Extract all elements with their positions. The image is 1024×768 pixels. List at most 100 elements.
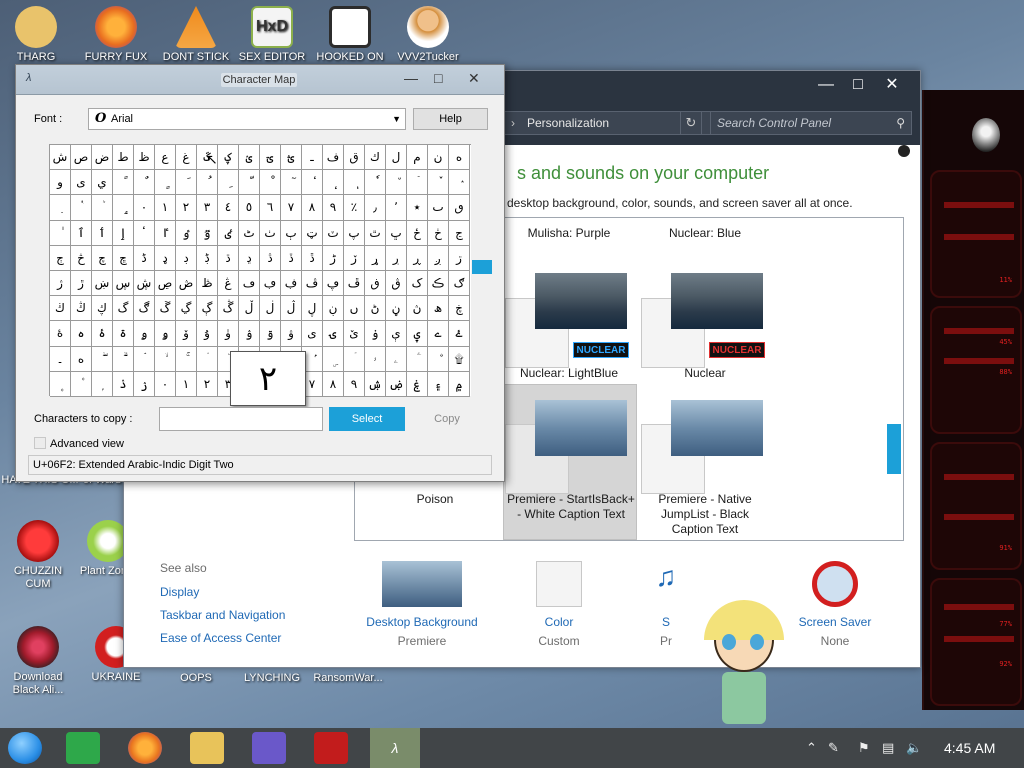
character-cell[interactable]: ط bbox=[113, 145, 134, 171]
character-cell[interactable]: ڞ bbox=[176, 271, 197, 297]
character-cell[interactable]: ؽ bbox=[239, 145, 260, 171]
character-cell[interactable]: ٵ bbox=[155, 220, 176, 246]
desktop-background-setting[interactable]: Desktop Background Premiere bbox=[357, 561, 487, 648]
character-cell[interactable]: ۱ bbox=[176, 371, 197, 397]
character-cell[interactable]: ڵ bbox=[239, 296, 260, 322]
character-cell[interactable]: ګ bbox=[449, 271, 470, 297]
character-cell[interactable]: ى bbox=[71, 170, 92, 196]
desktop-icon-oops[interactable]: OOPS bbox=[160, 672, 232, 685]
character-cell[interactable]: ۗ bbox=[113, 346, 134, 372]
character-cell[interactable]: ۛ bbox=[197, 346, 218, 372]
character-cell[interactable]: ۃ bbox=[113, 321, 134, 347]
character-cell[interactable]: ژ bbox=[50, 271, 71, 297]
character-cell[interactable]: ۙ bbox=[155, 346, 176, 372]
character-cell[interactable]: ۮ bbox=[113, 371, 134, 397]
character-cell[interactable]: ۤ bbox=[344, 346, 365, 372]
character-cell[interactable]: ٲ bbox=[92, 220, 113, 246]
theme-thumbnail[interactable] bbox=[535, 400, 627, 456]
character-cell[interactable]: ڐ bbox=[302, 245, 323, 271]
character-cell[interactable]: ۻ bbox=[386, 371, 407, 397]
character-cell[interactable]: ٔ bbox=[302, 170, 323, 196]
character-cell[interactable]: ۣ bbox=[323, 346, 344, 372]
character-cell[interactable]: ۏ bbox=[365, 321, 386, 347]
character-cell[interactable]: ؼ bbox=[218, 145, 239, 171]
character-cell[interactable]: ْ bbox=[260, 170, 281, 196]
character-cell[interactable]: ۼ bbox=[407, 371, 428, 397]
characters-to-copy-input[interactable] bbox=[159, 407, 323, 431]
character-cell[interactable]: ۀ bbox=[50, 321, 71, 347]
character-cell[interactable]: ۯ bbox=[134, 371, 155, 397]
character-cell[interactable]: ڃ bbox=[449, 220, 470, 246]
scrollbar-thumb[interactable] bbox=[887, 424, 901, 474]
character-cell[interactable]: ڥ bbox=[323, 271, 344, 297]
theme-nuclear-blue[interactable]: Nuclear: Blue bbox=[639, 226, 771, 241]
character-cell[interactable]: ٌ bbox=[134, 170, 155, 196]
character-cell[interactable]: ٿ bbox=[365, 220, 386, 246]
character-cell[interactable]: ٷ bbox=[197, 220, 218, 246]
character-cell[interactable]: ق bbox=[344, 145, 365, 171]
character-cell[interactable]: ٱ bbox=[71, 220, 92, 246]
character-cell[interactable]: ٠ bbox=[134, 195, 155, 221]
character-cell[interactable]: ۈ bbox=[218, 321, 239, 347]
character-cell[interactable]: ڴ bbox=[218, 296, 239, 322]
character-cell[interactable]: ڋ bbox=[197, 245, 218, 271]
character-cell[interactable]: ۸ bbox=[323, 371, 344, 397]
character-cell[interactable]: ۂ bbox=[92, 321, 113, 347]
character-cell[interactable]: ۓ bbox=[449, 321, 470, 347]
character-cell[interactable]: ٦ bbox=[260, 195, 281, 221]
desktop-icon-ransomware[interactable]: RansomWar... bbox=[312, 672, 384, 685]
character-cell[interactable]: غ bbox=[176, 145, 197, 171]
character-cell[interactable]: ٮ bbox=[428, 195, 449, 221]
character-cell[interactable]: چ bbox=[92, 245, 113, 271]
character-cell[interactable]: ڝ bbox=[155, 271, 176, 297]
character-cell[interactable]: ټ bbox=[302, 220, 323, 246]
desktop-icon-hooked-on[interactable]: HOOKED ON bbox=[314, 6, 386, 64]
character-cell[interactable]: ں bbox=[344, 296, 365, 322]
flag-icon[interactable]: ⚑ bbox=[858, 740, 870, 756]
character-cell[interactable]: ١ bbox=[155, 195, 176, 221]
character-cell[interactable]: ٞ bbox=[92, 195, 113, 221]
character-cell[interactable]: ٶ bbox=[176, 220, 197, 246]
character-cell[interactable]: ڻ bbox=[365, 296, 386, 322]
character-cell[interactable]: م bbox=[407, 145, 428, 171]
character-cell[interactable]: ڤ bbox=[302, 271, 323, 297]
character-cell[interactable]: ڜ bbox=[134, 271, 155, 297]
character-cell[interactable]: ۭ bbox=[92, 371, 113, 397]
color-setting[interactable]: Color Custom bbox=[494, 561, 624, 648]
character-cell[interactable]: ۔ bbox=[50, 346, 71, 372]
character-cell[interactable]: ڮ bbox=[92, 296, 113, 322]
character-cell[interactable]: ڏ bbox=[281, 245, 302, 271]
character-cell[interactable]: ڪ bbox=[428, 271, 449, 297]
desktop-icon-chuzzin[interactable]: CHUZZIN CUM bbox=[2, 520, 74, 591]
character-cell[interactable]: ڿ bbox=[449, 296, 470, 322]
character-cell[interactable]: ۄ bbox=[134, 321, 155, 347]
character-cell[interactable]: ۍ bbox=[323, 321, 344, 347]
character-cell[interactable]: ٳ bbox=[113, 220, 134, 246]
character-cell[interactable]: ڠ bbox=[218, 271, 239, 297]
character-cell[interactable]: ۨ bbox=[428, 346, 449, 372]
link-ease-of-access[interactable]: Ease of Access Center bbox=[160, 631, 281, 645]
character-cell[interactable]: ٩ bbox=[323, 195, 344, 221]
character-cell[interactable]: ڗ bbox=[449, 245, 470, 271]
character-cell[interactable]: ٥ bbox=[239, 195, 260, 221]
character-cell[interactable]: ڰ bbox=[134, 296, 155, 322]
character-cell[interactable]: ھ bbox=[428, 296, 449, 322]
character-cell[interactable]: ٓ bbox=[281, 170, 302, 196]
character-cell[interactable]: ۥ bbox=[365, 346, 386, 372]
character-cell[interactable]: ـ bbox=[302, 145, 323, 171]
desktop-icon-dont-stick[interactable]: DONT STICK bbox=[160, 6, 232, 64]
select-button[interactable]: Select bbox=[329, 407, 405, 431]
character-cell[interactable]: ە bbox=[71, 346, 92, 372]
character-cell[interactable]: ږ bbox=[428, 245, 449, 271]
desktop-icon-download-black[interactable]: Download Black Ali... bbox=[2, 626, 74, 697]
link-display[interactable]: Display bbox=[160, 585, 199, 599]
character-cell[interactable]: ڭ bbox=[71, 296, 92, 322]
character-cell[interactable]: ڒ bbox=[344, 245, 365, 271]
chevron-up-icon[interactable]: ⌃ bbox=[806, 740, 817, 756]
character-cell[interactable]: ڧ bbox=[365, 271, 386, 297]
character-cell[interactable]: ۚ bbox=[176, 346, 197, 372]
chevron-down-icon[interactable]: ▼ bbox=[392, 109, 401, 129]
character-cell[interactable]: ۩ bbox=[449, 346, 470, 372]
character-cell[interactable]: ً bbox=[113, 170, 134, 196]
character-cell[interactable]: ڕ bbox=[407, 245, 428, 271]
